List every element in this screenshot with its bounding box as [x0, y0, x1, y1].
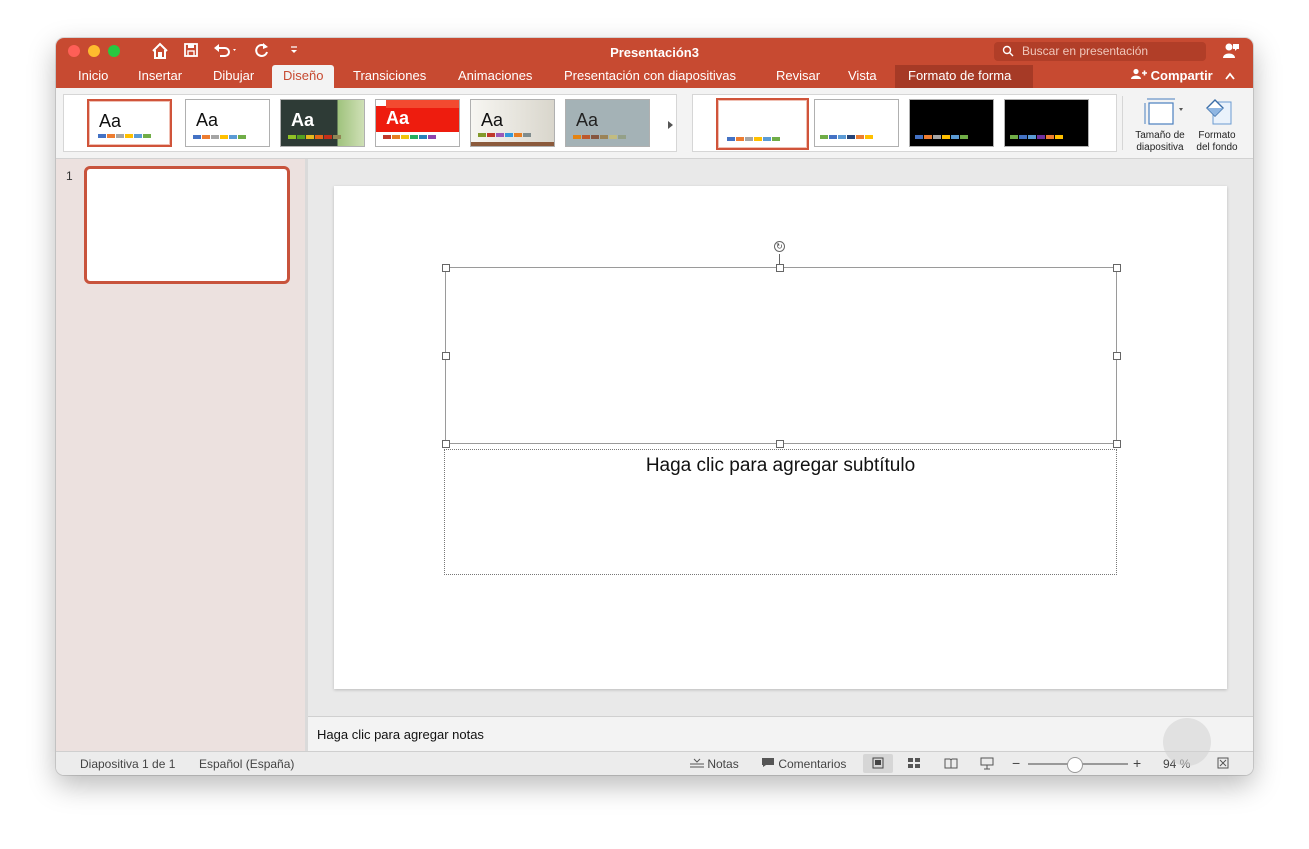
gallery-more-icon[interactable]	[667, 120, 674, 133]
resize-handle-top-right[interactable]	[1113, 264, 1121, 272]
resize-handle-left[interactable]	[442, 352, 450, 360]
paint-bucket-icon	[1186, 94, 1248, 130]
format-background-label-2: del fondo	[1196, 142, 1238, 153]
zoom-slider-thumb[interactable]	[1067, 757, 1083, 773]
theme-label: Aa	[196, 110, 219, 130]
theme-label: Aa	[99, 111, 122, 131]
notes-toggle[interactable]: Notas	[690, 757, 739, 771]
normal-view-icon[interactable]	[863, 754, 893, 773]
sorter-view-icon[interactable]	[899, 754, 929, 773]
tab-dibujar[interactable]: Dibujar	[213, 65, 254, 88]
resize-handle-right[interactable]	[1113, 352, 1121, 360]
slideshow-view-icon[interactable]	[972, 754, 1002, 773]
language-indicator[interactable]: Español (España)	[199, 757, 294, 771]
resize-handle-bottom-left[interactable]	[442, 440, 450, 448]
slide-canvas[interactable]: ↻ Haga clic para agregar subtítulo	[334, 186, 1227, 689]
slide-thumbnail[interactable]	[84, 166, 290, 284]
zoom-out-button[interactable]: −	[1012, 755, 1020, 771]
notes-label: Notas	[707, 757, 739, 771]
notes-placeholder: Haga clic para agregar notas	[317, 727, 484, 742]
ribbon-tabs: Inicio Insertar Dibujar Diseño Transicio…	[56, 65, 1253, 88]
tab-diseno[interactable]: Diseño	[272, 65, 335, 88]
theme-label: Aa	[481, 110, 504, 130]
rotate-icon[interactable]: ↻	[774, 241, 785, 252]
title-bar: Presentación3 Buscar en presentación Ini…	[56, 38, 1253, 88]
zoom-in-button[interactable]: +	[1133, 755, 1141, 771]
tab-presentacion-con-diapositivas[interactable]: Presentación con diapositivas	[564, 65, 736, 88]
theme-label: Aa	[576, 110, 599, 130]
comments-toggle[interactable]: Comentarios	[761, 757, 846, 771]
theme-ion[interactable]: Aa	[375, 99, 460, 147]
notes-icon	[690, 757, 707, 771]
format-background-label-1: Formato	[1198, 130, 1236, 141]
search-placeholder: Buscar en presentación	[1022, 44, 1149, 58]
variants-gallery	[692, 94, 1117, 152]
slide-number: 1	[66, 169, 73, 183]
variant-4[interactable]	[1004, 99, 1089, 147]
ribbon-separator	[1122, 96, 1123, 150]
format-background-button[interactable]: Formato del fondo	[1186, 94, 1248, 154]
theme-label: Aa	[291, 110, 315, 130]
share-button[interactable]: Compartir	[1131, 65, 1213, 86]
tab-transiciones[interactable]: Transiciones	[353, 65, 426, 88]
variant-2[interactable]	[814, 99, 899, 147]
tab-formato-de-forma[interactable]: Formato de forma	[895, 65, 1033, 88]
person-icon[interactable]	[1222, 41, 1240, 64]
theme-office-2[interactable]: Aa	[185, 99, 270, 147]
notes-pane[interactable]: Haga clic para agregar notas	[308, 716, 1253, 752]
theme-label: Aa	[386, 108, 410, 128]
slide-size-button[interactable]: Tamaño de diapositiva	[1129, 94, 1191, 154]
resize-handle-top-left[interactable]	[442, 264, 450, 272]
title-placeholder[interactable]	[445, 267, 1117, 444]
tab-vista[interactable]: Vista	[848, 65, 877, 88]
resize-handle-bottom-right[interactable]	[1113, 440, 1121, 448]
share-label: Compartir	[1150, 68, 1213, 83]
watermark-logo	[1163, 718, 1211, 766]
ribbon-design: Aa Aa Aa Aa Aa Aa Tamaño de diapositiva …	[56, 88, 1253, 159]
chevron-up-icon[interactable]	[1225, 65, 1235, 86]
status-bar: Diapositiva 1 de 1 Español (España) Nota…	[56, 751, 1253, 775]
fit-to-window-icon[interactable]	[1216, 756, 1230, 773]
slide-size-label-1: Tamaño de	[1135, 130, 1185, 141]
slides-panel: 1	[56, 159, 305, 751]
tab-revisar[interactable]: Revisar	[776, 65, 820, 88]
search-box[interactable]: Buscar en presentación	[994, 42, 1206, 61]
slide-size-label-2: diapositiva	[1136, 142, 1184, 153]
resize-handle-top[interactable]	[776, 264, 784, 272]
subtitle-placeholder-text: Haga clic para agregar subtítulo	[645, 455, 916, 476]
reading-view-icon[interactable]	[936, 754, 966, 773]
slide-counter: Diapositiva 1 de 1	[80, 757, 176, 771]
tab-insertar[interactable]: Insertar	[138, 65, 182, 88]
theme-facet[interactable]: Aa	[280, 99, 365, 147]
theme-retrospect[interactable]: Aa	[565, 99, 650, 147]
tab-animaciones[interactable]: Animaciones	[458, 65, 532, 88]
theme-office[interactable]: Aa	[87, 99, 172, 147]
tab-inicio[interactable]: Inicio	[78, 65, 108, 88]
variant-3[interactable]	[909, 99, 994, 147]
slide-editor: ↻ Haga clic para agregar subtítulo	[308, 159, 1253, 716]
subtitle-placeholder[interactable]: Haga clic para agregar subtítulo	[444, 449, 1117, 575]
variant-1[interactable]	[716, 98, 809, 150]
comments-label: Comentarios	[778, 757, 847, 771]
slide-size-icon	[1129, 94, 1191, 130]
resize-handle-bottom[interactable]	[776, 440, 784, 448]
themes-gallery: Aa Aa Aa Aa Aa Aa	[63, 94, 677, 152]
theme-organic[interactable]: Aa	[470, 99, 555, 147]
add-person-icon	[1131, 68, 1151, 83]
search-icon	[1002, 42, 1014, 63]
powerpoint-window: Presentación3 Buscar en presentación Ini…	[56, 38, 1253, 775]
comments-icon	[761, 757, 778, 771]
